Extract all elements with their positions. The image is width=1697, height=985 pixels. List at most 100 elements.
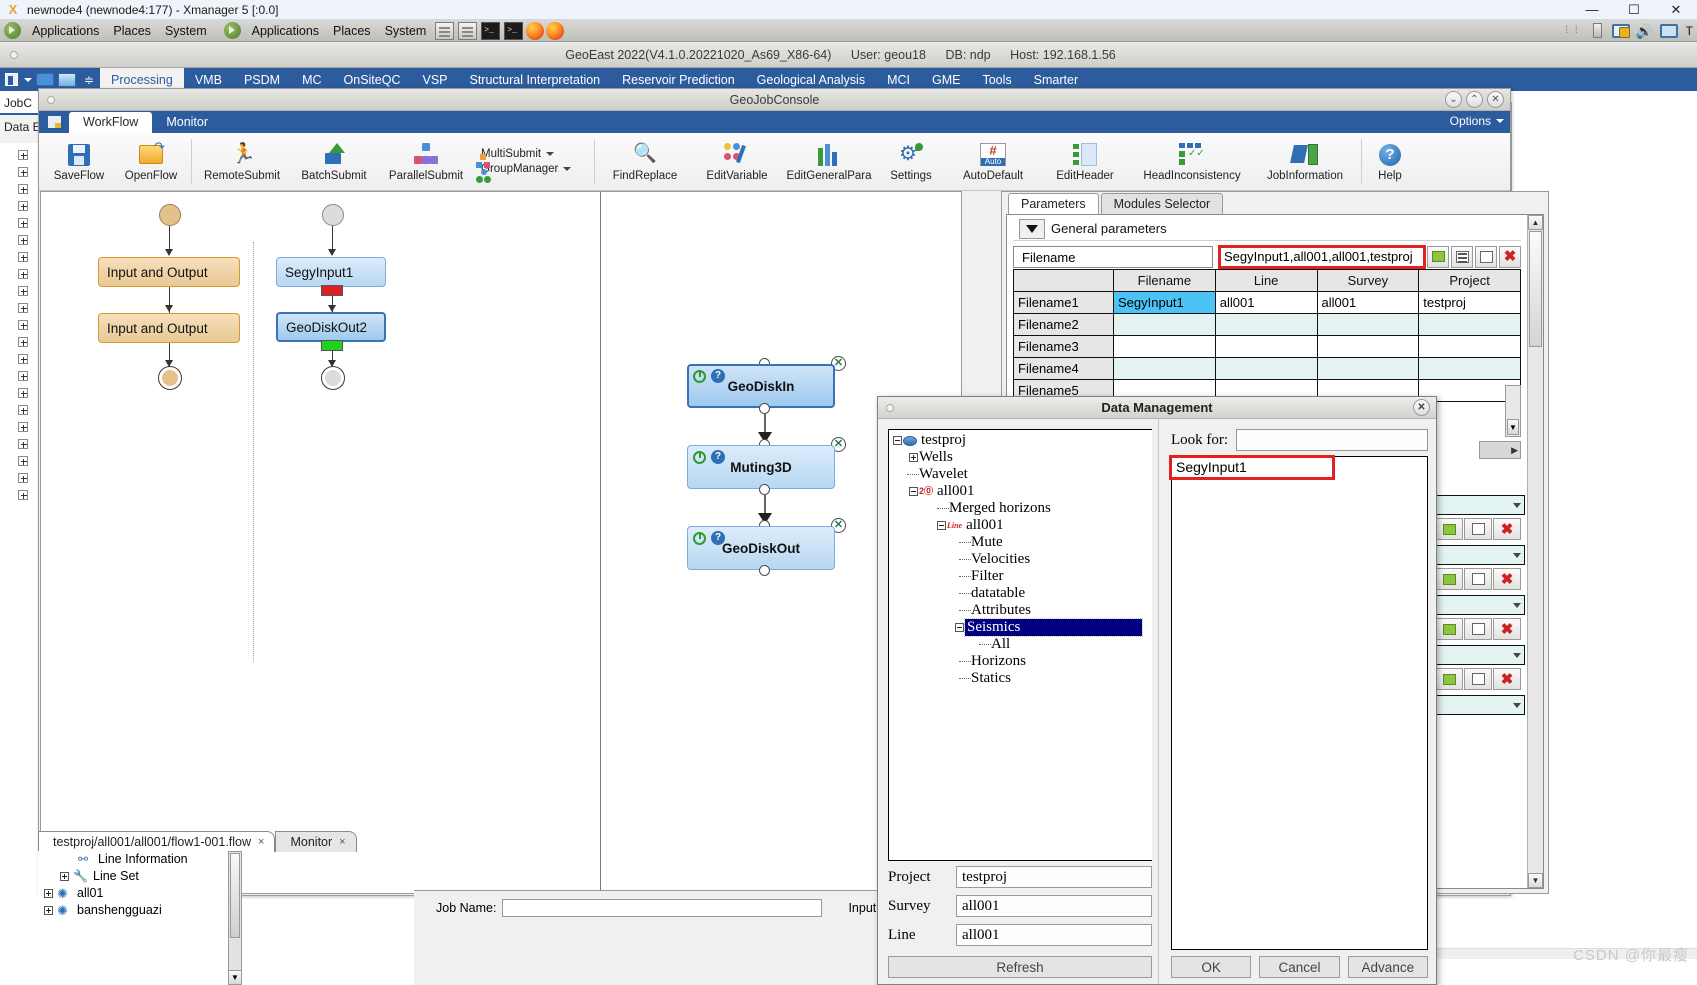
- batchsubmit-button[interactable]: BatchSubmit: [288, 133, 380, 190]
- tree-node-datatable[interactable]: datatable: [889, 585, 1152, 602]
- grid-icon[interactable]: [1464, 568, 1492, 590]
- tree-expander[interactable]: [935, 521, 947, 530]
- flow-start-node-gray[interactable]: [322, 204, 344, 226]
- cell-project[interactable]: [1418, 357, 1521, 380]
- editheader-button[interactable]: EditHeader: [1039, 133, 1131, 190]
- firefox-icon-2[interactable]: [546, 21, 565, 40]
- collapse-triangle-icon[interactable]: [1019, 218, 1045, 239]
- cell-filename[interactable]: [1113, 357, 1216, 380]
- refresh-button[interactable]: Refresh: [888, 956, 1152, 978]
- scrollbar-thumb[interactable]: [230, 853, 240, 938]
- workflow-node-geodiskin[interactable]: GeoDiskIn: [687, 364, 835, 408]
- tree-node-mute[interactable]: Mute: [889, 534, 1152, 551]
- workflow-node-input-output-2[interactable]: Input and Output: [98, 313, 240, 343]
- flow-end-node-gray[interactable]: [321, 366, 345, 390]
- tree-expander[interactable]: [907, 487, 919, 496]
- scroll-down-button[interactable]: ▼: [229, 970, 241, 984]
- tree-expander[interactable]: [44, 889, 53, 898]
- flow-end-node-orange[interactable]: [158, 366, 182, 390]
- tree-expander[interactable]: [18, 269, 28, 279]
- console-close-button[interactable]: ✕: [1487, 91, 1504, 108]
- tree-node-all[interactable]: All: [889, 636, 1152, 653]
- settings-button[interactable]: ⚙ Settings: [875, 133, 947, 190]
- table-row[interactable]: Filename1 SegyInput1 all001 all001 testp…: [1013, 291, 1521, 314]
- tree-node-all001-line[interactable]: Line all001: [889, 517, 1152, 534]
- table-vertical-scrollbar[interactable]: ▼: [1505, 385, 1521, 437]
- multisubmit-button[interactable]: MultiSubmit: [476, 148, 590, 168]
- tree-node-testproj[interactable]: testproj: [889, 432, 1152, 449]
- advance-button[interactable]: Advance: [1347, 956, 1428, 978]
- workflow-node-muting3d[interactable]: Muting3D: [687, 445, 835, 489]
- findreplace-button[interactable]: 🔍 FindReplace: [599, 133, 691, 190]
- grid-icon[interactable]: [1475, 245, 1497, 268]
- gnome-places-1[interactable]: Places: [106, 24, 158, 38]
- tree-node-velocities[interactable]: Velocities: [889, 551, 1152, 568]
- tree-node-filter[interactable]: Filter: [889, 568, 1152, 585]
- filename-table[interactable]: Filename Line Survey Project Filename1 S…: [1013, 269, 1521, 402]
- help-icon[interactable]: ?: [711, 450, 725, 464]
- cell-survey[interactable]: [1316, 335, 1420, 358]
- gnome-applications-2[interactable]: Applications: [245, 24, 326, 38]
- tree-expander[interactable]: [953, 623, 965, 632]
- tree-node-horizons[interactable]: Horizons: [889, 653, 1152, 670]
- tree-node-seismics[interactable]: Seismics: [889, 618, 1152, 637]
- table-row[interactable]: Filename2: [1013, 313, 1521, 336]
- data-tree[interactable]: testproj Wells Wavelet 2⓪ all001 Merged …: [888, 429, 1152, 861]
- flow-tab-monitor[interactable]: Monitor ×: [275, 831, 357, 852]
- cell-project[interactable]: [1418, 335, 1521, 358]
- delete-icon[interactable]: ✖: [1493, 518, 1521, 540]
- tree-expander[interactable]: [18, 184, 28, 194]
- list-item[interactable]: SegyInput1: [1169, 455, 1335, 480]
- close-icon[interactable]: ×: [339, 836, 345, 848]
- tab-monitor[interactable]: Monitor: [152, 112, 222, 133]
- panel-vertical-scrollbar[interactable]: ▲ ▼: [1527, 215, 1543, 888]
- bottom-tree-scrollbar[interactable]: ▼: [228, 851, 242, 985]
- parallelsubmit-button[interactable]: ParallelSubmit: [380, 133, 472, 190]
- scroll-up-button[interactable]: ▲: [1528, 215, 1543, 230]
- scroll-down-button[interactable]: ▼: [1507, 419, 1519, 435]
- tree-node-all001-survey[interactable]: 2⓪ all001: [889, 483, 1152, 500]
- tree-node-statics[interactable]: Statics: [889, 670, 1152, 687]
- minimize-button[interactable]: —: [1571, 0, 1613, 20]
- project-input[interactable]: testproj: [956, 866, 1152, 888]
- tree-expander[interactable]: [18, 218, 28, 228]
- param-dropdown[interactable]: [1435, 545, 1525, 565]
- cell-survey[interactable]: [1316, 313, 1420, 336]
- list-icon[interactable]: [1451, 245, 1473, 268]
- table-horizontal-scrollbar[interactable]: ▶: [1479, 441, 1521, 459]
- cell-survey[interactable]: [1316, 357, 1420, 380]
- tree-expander[interactable]: [18, 439, 28, 449]
- chevron-down-icon[interactable]: [563, 167, 572, 171]
- tree-expander[interactable]: [18, 490, 28, 500]
- file-manager-icon-2[interactable]: [458, 21, 478, 40]
- job-name-input[interactable]: [502, 899, 823, 917]
- dialog-close-button[interactable]: ✕: [1413, 399, 1430, 416]
- workflow-node-input-output-1[interactable]: Input and Output: [98, 257, 240, 287]
- tree-expander[interactable]: [18, 473, 28, 483]
- tree-expander[interactable]: [18, 388, 28, 398]
- scroll-down-button[interactable]: ▼: [1528, 873, 1543, 888]
- tree-expander[interactable]: [18, 354, 28, 364]
- remotesubmit-button[interactable]: 🏃 RemoteSubmit: [196, 133, 288, 190]
- volume-icon[interactable]: 🔊: [1636, 22, 1656, 40]
- tree-item-line-information[interactable]: ⚯ Line Information: [38, 851, 228, 868]
- tab-parameters[interactable]: Parameters: [1008, 193, 1099, 214]
- tree-item-banshengguazi[interactable]: ✺ banshengguazi: [38, 902, 228, 919]
- maximize-button[interactable]: ☐: [1613, 0, 1655, 20]
- pick-green-icon[interactable]: [1435, 668, 1463, 690]
- param-dropdown[interactable]: [1435, 595, 1525, 615]
- workflow-node-geodiskout2[interactable]: GeoDiskOut2: [276, 312, 386, 342]
- workflow-node-segyinput1[interactable]: SegyInput1: [276, 257, 386, 287]
- workflow-node-geodiskout[interactable]: GeoDiskOut: [687, 526, 835, 570]
- tree-expander[interactable]: [891, 436, 903, 445]
- survey-input[interactable]: all001: [956, 895, 1152, 917]
- tree-expander[interactable]: [60, 872, 69, 881]
- headinconsistency-button[interactable]: ✓✓ HeadInconsistency: [1131, 133, 1253, 190]
- grid-icon[interactable]: [1464, 518, 1492, 540]
- tree-expander[interactable]: [18, 150, 28, 160]
- tree-item-all01[interactable]: ✺ all01: [38, 885, 228, 902]
- param-dropdown[interactable]: [1435, 695, 1525, 715]
- tree-expander[interactable]: [18, 405, 28, 415]
- gnome-system-2[interactable]: System: [378, 24, 434, 38]
- power-icon[interactable]: [693, 451, 706, 464]
